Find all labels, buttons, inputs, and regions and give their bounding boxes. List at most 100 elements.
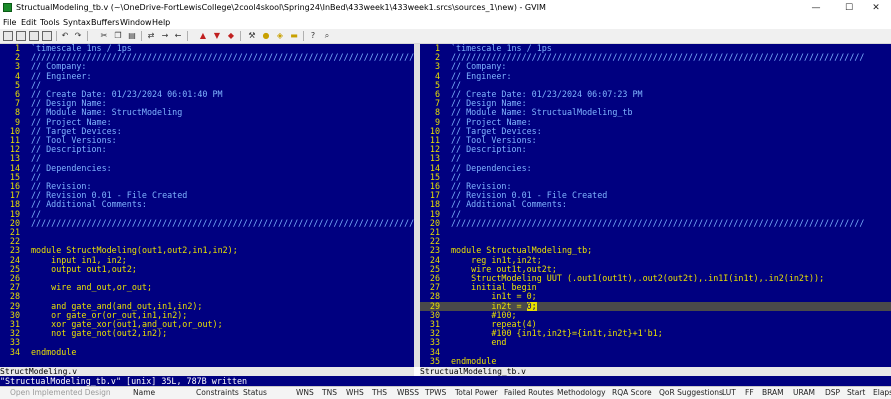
code-text[interactable]: // Description: bbox=[31, 145, 107, 154]
comment-token: // Additional Comments: bbox=[451, 199, 567, 210]
toolbar-separator bbox=[87, 31, 88, 41]
run-shell-icon[interactable]: ● bbox=[261, 31, 271, 41]
code-text[interactable]: ////////////////////////////////////////… bbox=[31, 53, 414, 62]
column-header[interactable]: Constraints bbox=[196, 387, 239, 399]
column-header[interactable]: Elaps bbox=[873, 387, 891, 399]
minimize-button[interactable]: — bbox=[801, 0, 831, 16]
code-line[interactable]: 25 output out1,out2; bbox=[0, 264, 414, 274]
code-text[interactable]: output out1,out2; bbox=[31, 264, 137, 274]
code-text[interactable]: // Additional Comments: bbox=[31, 200, 147, 209]
find-next-icon[interactable]: → bbox=[160, 31, 170, 41]
find-prev-icon[interactable]: ← bbox=[173, 31, 183, 41]
column-header[interactable]: LUT bbox=[722, 387, 736, 399]
code-line[interactable]: 20//////////////////////////////////////… bbox=[420, 218, 891, 228]
code-text[interactable]: end bbox=[451, 338, 506, 347]
column-header[interactable]: Failed Routes bbox=[504, 387, 554, 399]
redo-icon[interactable]: ↷ bbox=[73, 31, 83, 41]
tags-icon[interactable]: ◈ bbox=[275, 31, 285, 41]
jump-tag-icon[interactable]: ▬ bbox=[289, 31, 299, 41]
find-replace-icon[interactable]: ⇄ bbox=[146, 31, 156, 41]
code-line[interactable]: 27 wire and_out,or_out; bbox=[0, 282, 414, 292]
column-header[interactable]: FF bbox=[745, 387, 754, 399]
column-header[interactable]: DSP bbox=[825, 387, 840, 399]
menu-help[interactable]: Help bbox=[152, 16, 170, 29]
code-line[interactable]: 21 bbox=[420, 227, 891, 237]
save-all-icon[interactable] bbox=[29, 31, 39, 41]
menu-edit[interactable]: Edit bbox=[21, 16, 37, 29]
column-header[interactable]: Total Power bbox=[455, 387, 498, 399]
left-pane-statusline: StructModeling.v bbox=[0, 367, 414, 376]
make-icon[interactable]: ⚒ bbox=[247, 31, 257, 41]
code-line[interactable]: 34 endmodule bbox=[0, 347, 414, 357]
code-text[interactable]: not gate_not(out2,in2); bbox=[31, 329, 167, 338]
left-editor-pane[interactable]: 1 `timescale 1ns / 1ps 2//////////////////… bbox=[0, 44, 414, 367]
right-editor-pane[interactable]: 1 `timescale 1ns / 1ps 2//////////////////… bbox=[420, 44, 891, 367]
toolbar-separator bbox=[187, 31, 188, 41]
code-line[interactable]: 32 not gate_not(out2,in2); bbox=[0, 328, 414, 338]
column-header[interactable]: THS bbox=[372, 387, 387, 399]
menu-file[interactable]: File bbox=[3, 16, 16, 29]
find-help-icon[interactable]: ⌕ bbox=[322, 31, 332, 41]
code-text[interactable]: // Dependencies: bbox=[451, 163, 532, 173]
code-line[interactable]: 12// Description: bbox=[420, 144, 891, 154]
code-line[interactable]: 35 endmodule bbox=[420, 356, 891, 366]
command-line[interactable]: "StructualModeling_tb.v" [unix] 35L, 787… bbox=[0, 376, 891, 386]
code-line[interactable]: 21 bbox=[0, 227, 414, 237]
comment-token: ////////////////////////////////////////… bbox=[31, 217, 414, 228]
code-text[interactable]: ////////////////////////////////////////… bbox=[451, 218, 864, 228]
menu-window[interactable]: Window bbox=[120, 16, 152, 29]
code-line[interactable]: 14// Dependencies: bbox=[0, 163, 414, 173]
print-icon[interactable] bbox=[42, 31, 52, 41]
code-text[interactable]: // Dependencies: bbox=[31, 163, 112, 173]
code-text[interactable]: // Description: bbox=[451, 145, 527, 154]
code-token: end bbox=[491, 337, 507, 348]
code-text[interactable]: ////////////////////////////////////////… bbox=[31, 217, 414, 228]
copy-icon[interactable]: ❐ bbox=[113, 31, 123, 41]
cut-icon[interactable]: ✂ bbox=[99, 31, 109, 41]
column-header[interactable]: Start bbox=[847, 387, 865, 399]
code-text[interactable]: wire and_out,or_out; bbox=[31, 283, 152, 292]
column-header[interactable]: WHS bbox=[346, 387, 364, 399]
code-line[interactable]: 18// Additional Comments: bbox=[420, 200, 891, 209]
open-icon[interactable] bbox=[3, 31, 13, 41]
code-token: gate_not(out2,in2); bbox=[66, 328, 168, 339]
column-header[interactable]: TPWS bbox=[425, 387, 446, 399]
code-line[interactable]: 33 end bbox=[420, 338, 891, 347]
undo-icon[interactable]: ↶ bbox=[60, 31, 70, 41]
column-header[interactable]: URAM bbox=[793, 387, 815, 399]
column-header[interactable]: Name bbox=[133, 387, 155, 399]
code-line[interactable]: 4// Engineer: bbox=[0, 71, 414, 81]
column-header[interactable]: TNS bbox=[322, 387, 337, 399]
code-line[interactable]: 12// Description: bbox=[0, 144, 414, 154]
column-header[interactable]: Status bbox=[243, 387, 267, 399]
code-line[interactable]: 4// Engineer: bbox=[420, 71, 891, 81]
menu-syntax[interactable]: Syntax bbox=[63, 16, 91, 29]
code-text[interactable]: endmodule bbox=[451, 356, 496, 366]
code-line[interactable]: 14// Dependencies: bbox=[420, 163, 891, 173]
menu-tools[interactable]: Tools bbox=[40, 16, 60, 29]
comment-token: ////////////////////////////////////////… bbox=[451, 52, 865, 63]
paste-icon[interactable]: ▤ bbox=[127, 31, 137, 41]
help-icon[interactable]: ? bbox=[308, 31, 318, 41]
editor-area[interactable]: 1 `timescale 1ns / 1ps 2//////////////////… bbox=[0, 44, 891, 367]
code-text[interactable]: endmodule bbox=[31, 347, 76, 357]
code-line[interactable]: 20//////////////////////////////////////… bbox=[0, 217, 414, 228]
column-header[interactable]: Methodology bbox=[557, 387, 606, 399]
menu-buffers[interactable]: Buffers bbox=[91, 16, 119, 29]
run-script-icon[interactable]: ◆ bbox=[226, 31, 236, 41]
close-button[interactable]: ✕ bbox=[861, 0, 891, 16]
code-line[interactable]: 18// Additional Comments: bbox=[0, 200, 414, 209]
column-header[interactable]: QoR Suggestions bbox=[659, 387, 723, 399]
column-header[interactable]: WNS bbox=[296, 387, 314, 399]
save-session-icon[interactable]: ▼ bbox=[212, 31, 222, 41]
column-header[interactable]: WBSS bbox=[397, 387, 419, 399]
open-implemented-design-link[interactable]: Open Implemented Design bbox=[10, 387, 111, 399]
code-text[interactable]: ////////////////////////////////////////… bbox=[451, 53, 864, 62]
column-header[interactable]: RQA Score bbox=[612, 387, 652, 399]
maximize-button[interactable]: ☐ bbox=[834, 0, 864, 16]
save-icon[interactable] bbox=[16, 31, 26, 41]
column-header[interactable]: BRAM bbox=[762, 387, 784, 399]
code-text[interactable]: // Additional Comments: bbox=[451, 200, 567, 209]
load-session-icon[interactable]: ▲ bbox=[198, 31, 208, 41]
